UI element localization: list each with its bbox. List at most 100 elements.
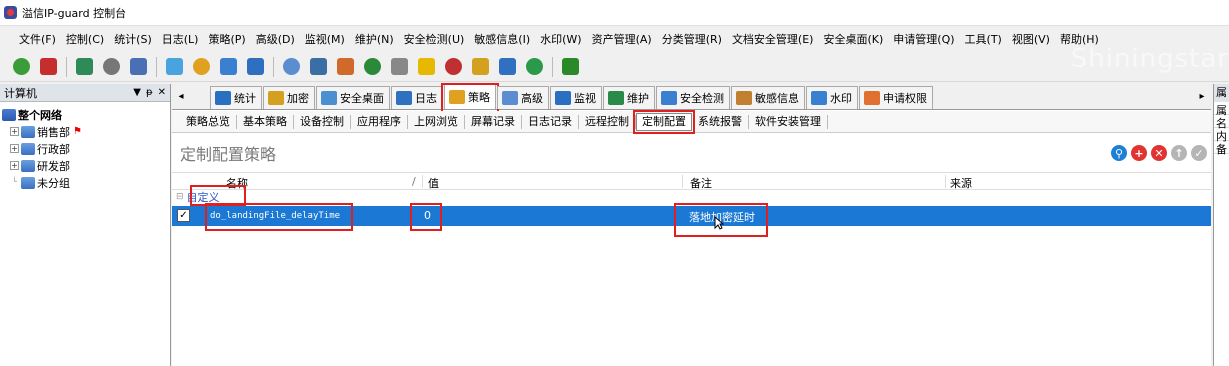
- sub-tab-8[interactable]: 定制配置: [633, 109, 695, 134]
- menu-item-0[interactable]: 文件(F): [14, 31, 61, 47]
- flag-icon: ⚑: [73, 126, 82, 137]
- sub-tab-3[interactable]: 应用程序: [351, 114, 408, 129]
- preview-icon[interactable]: [127, 56, 149, 78]
- tab-6[interactable]: 监视: [550, 86, 602, 109]
- add-icon[interactable]: [10, 56, 32, 78]
- delete-icon[interactable]: [37, 56, 59, 78]
- expand-icon[interactable]: +: [10, 127, 19, 136]
- pin-icon[interactable]: ᵽ: [146, 87, 153, 98]
- tab-7[interactable]: 维护: [603, 86, 655, 109]
- menu-item-5[interactable]: 高级(D): [251, 31, 300, 47]
- column-header-value[interactable]: 值: [428, 175, 439, 191]
- menu-item-7[interactable]: 维护(N): [350, 31, 399, 47]
- search-icon[interactable]: ⚲: [1111, 145, 1127, 161]
- highlight-box-value: [410, 203, 442, 231]
- main-panel: ◂ 统计 加密 安全桌面 日志 策略 高级 监视 维护 安全检测 敏感信息 水印 申请权限 ▸ 策略总览基…: [172, 83, 1211, 366]
- sub-tab-4[interactable]: 上网浏览: [408, 114, 465, 129]
- sub-tab-10[interactable]: 软件安装管理: [749, 114, 828, 129]
- move-up-icon[interactable]: ↑: [1171, 145, 1187, 161]
- tree-node-label: 整个网络: [18, 108, 62, 122]
- close-icon[interactable]: ✕: [158, 87, 166, 98]
- print-icon[interactable]: [100, 56, 122, 78]
- phone-icon[interactable]: [523, 56, 545, 78]
- title-bar: 溢信IP-guard 控制台: [0, 0, 1229, 26]
- update-icon[interactable]: [559, 56, 581, 78]
- menu-item-3[interactable]: 日志(L): [157, 31, 204, 47]
- monitor-icon[interactable]: [307, 56, 329, 78]
- menu-item-13[interactable]: 文档安全管理(E): [727, 31, 819, 47]
- tab-3[interactable]: 日志: [391, 86, 443, 109]
- computer-tree: 整个网络 + 销售部 ⚑ + 行政部 + 研发部 └ 未分组: [0, 102, 170, 195]
- network-icon: [2, 108, 16, 121]
- menu-item-16[interactable]: 工具(T): [960, 31, 1007, 47]
- usb-icon[interactable]: [388, 56, 410, 78]
- tab-scroll-left-icon[interactable]: ◂: [172, 91, 190, 102]
- menu-item-17[interactable]: 视图(V): [1007, 31, 1055, 47]
- sub-tab-0[interactable]: 策略总览: [180, 114, 237, 129]
- policy-icon[interactable]: [442, 56, 464, 78]
- column-header-note[interactable]: 备注: [690, 175, 712, 191]
- sub-tab-1[interactable]: 基本策略: [237, 114, 294, 129]
- menu-item-10[interactable]: 水印(W): [535, 31, 586, 47]
- column-header-source[interactable]: 来源: [950, 175, 972, 191]
- section-header: 定制配置策略 ⚲ + ✕ ↑ ✓: [172, 136, 1211, 170]
- menu-item-9[interactable]: 敏感信息(I): [469, 31, 535, 47]
- highlight-box-name: [205, 203, 353, 231]
- menu-item-12[interactable]: 分类管理(R): [657, 31, 727, 47]
- tile-icon[interactable]: [280, 56, 302, 78]
- tab-scroll-right-icon[interactable]: ▸: [1193, 91, 1211, 102]
- menu-item-15[interactable]: 申请管理(Q): [888, 31, 959, 47]
- menu-item-11[interactable]: 资产管理(A): [587, 31, 657, 47]
- warning-icon[interactable]: [415, 56, 437, 78]
- menu-item-8[interactable]: 安全检测(U): [399, 31, 470, 47]
- toolbar-separator: [273, 56, 274, 77]
- globe-icon[interactable]: [361, 56, 383, 78]
- sub-tab-9[interactable]: 系统报警: [692, 114, 749, 129]
- edit-icon[interactable]: [496, 56, 518, 78]
- tab-1[interactable]: 加密: [263, 86, 315, 109]
- move-down-icon[interactable]: ✓: [1191, 145, 1207, 161]
- remote-icon[interactable]: [334, 56, 356, 78]
- tree-node[interactable]: 整个网络: [2, 106, 168, 123]
- expand-icon[interactable]: +: [10, 161, 19, 170]
- copy-icon[interactable]: [217, 56, 239, 78]
- tree-node[interactable]: + 销售部 ⚑: [2, 123, 168, 140]
- tab-5[interactable]: 高级: [497, 86, 549, 109]
- pane-dropdown-icon[interactable]: ▼: [133, 87, 141, 98]
- menu-item-14[interactable]: 安全桌面(K): [818, 31, 888, 47]
- menu-item-4[interactable]: 策略(P): [203, 31, 250, 47]
- tab-11[interactable]: 申请权限: [859, 86, 933, 109]
- app-icon: [4, 6, 17, 19]
- tree-node[interactable]: └ 未分组: [2, 174, 168, 191]
- tab-label: 加密: [287, 92, 309, 105]
- sub-tab-5[interactable]: 屏幕记录: [465, 114, 522, 129]
- tab-10[interactable]: 水印: [806, 86, 858, 109]
- sub-tab-7[interactable]: 远程控制: [579, 114, 636, 129]
- tab-label: 申请权限: [883, 92, 927, 105]
- expand-icon[interactable]: +: [10, 144, 19, 153]
- group-icon: [21, 142, 35, 155]
- tree-node[interactable]: + 研发部: [2, 157, 168, 174]
- sub-tab-6[interactable]: 日志记录: [522, 114, 579, 129]
- tab-8[interactable]: 安全检测: [656, 86, 730, 109]
- row-checkbox[interactable]: ✓: [177, 209, 190, 222]
- delete-icon[interactable]: ✕: [1151, 145, 1167, 161]
- tab-label: 高级: [521, 92, 543, 105]
- tree-node[interactable]: + 行政部: [2, 140, 168, 157]
- export-icon[interactable]: [73, 56, 95, 78]
- tab-9[interactable]: 敏感信息: [731, 86, 805, 109]
- menu-item-6[interactable]: 监视(M): [300, 31, 350, 47]
- tab-2[interactable]: 安全桌面: [316, 86, 390, 109]
- sub-tab-2[interactable]: 设备控制: [294, 114, 351, 129]
- tab-0[interactable]: 统计: [210, 86, 262, 109]
- menu-item-2[interactable]: 统计(S): [109, 31, 157, 47]
- tab-4[interactable]: 策略: [441, 83, 499, 113]
- lock-icon[interactable]: [469, 56, 491, 78]
- menu-item-1[interactable]: 控制(C): [61, 31, 109, 47]
- refresh-icon[interactable]: [244, 56, 266, 78]
- add-icon[interactable]: +: [1131, 145, 1147, 161]
- tree-node-label: 行政部: [37, 142, 70, 156]
- help-icon[interactable]: [163, 56, 185, 78]
- folder-icon[interactable]: [190, 56, 212, 78]
- collapse-icon[interactable]: ⊟: [176, 192, 184, 202]
